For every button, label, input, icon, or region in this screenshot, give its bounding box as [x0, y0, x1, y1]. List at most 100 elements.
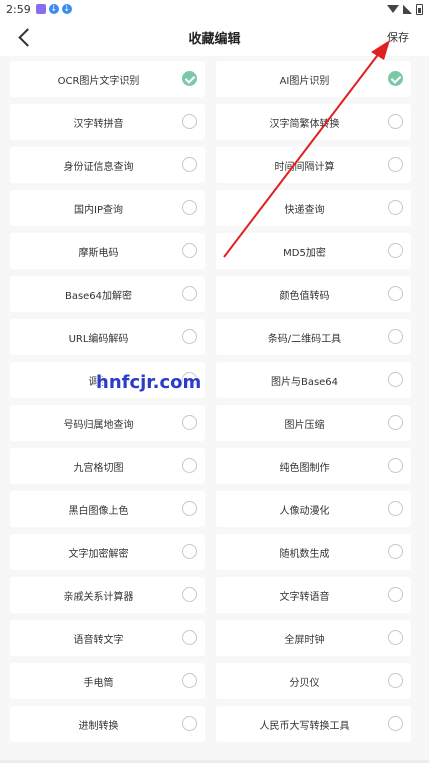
favorite-item[interactable]: 文字转语音 [216, 577, 411, 613]
favorite-item[interactable]: 进制转换 [10, 706, 205, 742]
unchecked-circle-icon[interactable] [182, 329, 197, 344]
unchecked-circle-icon[interactable] [388, 501, 403, 516]
header-bar: 收藏编辑 保存 [0, 18, 429, 56]
favorite-item[interactable]: 语音转文字 [10, 620, 205, 656]
unchecked-circle-icon[interactable] [388, 544, 403, 559]
unchecked-circle-icon[interactable] [182, 114, 197, 129]
download-icon: ↓ [61, 4, 72, 14]
page-title: 收藏编辑 [188, 31, 241, 47]
favorite-item-label: 颜色值转码 [279, 290, 330, 302]
favorite-item[interactable]: 手电筒 [10, 663, 205, 699]
unchecked-circle-icon[interactable] [388, 243, 403, 258]
unchecked-circle-icon[interactable] [182, 415, 197, 430]
unchecked-circle-icon[interactable] [182, 630, 197, 645]
favorite-item-label: 人民币大写转换工具 [259, 720, 350, 732]
favorite-item[interactable]: 快递查询 [216, 190, 411, 226]
unchecked-circle-icon[interactable] [182, 673, 197, 688]
checked-circle-icon[interactable] [182, 71, 197, 86]
unchecked-circle-icon[interactable] [388, 372, 403, 387]
favorite-item-label: 快递查询 [284, 204, 325, 216]
favorite-item-label: 图片与Base64 [270, 376, 339, 388]
favorite-item[interactable]: 摩斯电码 [10, 233, 205, 269]
favorite-item[interactable]: MD5加密 [216, 233, 411, 269]
unchecked-circle-icon[interactable] [182, 544, 197, 559]
unchecked-circle-icon[interactable] [388, 157, 403, 172]
favorite-item[interactable]: 身份证信息查询 [10, 147, 205, 183]
favorite-item-label: 分贝仪 [289, 677, 320, 689]
status-notification-icons: ↓ ↓ [35, 4, 72, 14]
favorite-item-label: 人像动漫化 [279, 505, 330, 517]
favorite-item-label: URL编码解码 [68, 333, 129, 345]
favorite-item-label: 文字转语音 [279, 591, 330, 603]
unchecked-circle-icon[interactable] [182, 200, 197, 215]
favorite-item[interactable]: 号码归属地查询 [10, 405, 205, 441]
favorite-item-label: 手电筒 [83, 677, 114, 689]
favorite-item-label: 国内IP查询 [74, 204, 123, 216]
favorite-item-label: 亲戚关系计算器 [63, 591, 134, 603]
unchecked-circle-icon[interactable] [182, 587, 197, 602]
favorite-item[interactable]: 九宫格切图 [10, 448, 205, 484]
back-arrow-icon[interactable] [14, 25, 36, 49]
favorite-item-label: 时间间隔计算 [274, 161, 335, 173]
favorite-item-label: AI图片识别 [279, 75, 330, 87]
favorite-item-label: 纯色图制作 [279, 462, 330, 474]
unchecked-circle-icon[interactable] [182, 243, 197, 258]
unchecked-circle-icon[interactable] [182, 501, 197, 516]
favorite-item-label: 条码/二维码工具 [267, 333, 342, 345]
favorite-item[interactable]: 图片与Base64 [216, 362, 411, 398]
download-icon: ↓ [48, 4, 59, 14]
checked-circle-icon[interactable] [388, 71, 403, 86]
unchecked-circle-icon[interactable] [388, 329, 403, 344]
app-notification-icon [35, 4, 46, 14]
unchecked-circle-icon[interactable] [388, 200, 403, 215]
status-time: 2:59 [6, 2, 31, 16]
favorite-item[interactable]: 分贝仪 [216, 663, 411, 699]
save-button[interactable]: 保存 [387, 29, 409, 45]
unchecked-circle-icon[interactable] [182, 157, 197, 172]
favorite-item[interactable]: 纯色图制作 [216, 448, 411, 484]
favorite-item-label: Base64加解密 [64, 290, 133, 302]
signal-icon [403, 4, 412, 14]
unchecked-circle-icon[interactable] [388, 415, 403, 430]
favorite-item-label: MD5加密 [283, 247, 326, 259]
unchecked-circle-icon[interactable] [388, 286, 403, 301]
favorite-item[interactable]: 人民币大写转换工具 [216, 706, 411, 742]
battery-icon [416, 3, 423, 15]
favorite-item[interactable]: 汉字转拼音 [10, 104, 205, 140]
favorite-item-label: 九宫格切图 [73, 462, 124, 474]
wifi-icon [387, 5, 399, 13]
favorite-item[interactable]: 汉字简繁体转换 [216, 104, 411, 140]
favorite-item[interactable]: 条码/二维码工具 [216, 319, 411, 355]
favorite-item[interactable]: Base64加解密 [10, 276, 205, 312]
favorite-item[interactable]: 亲戚关系计算器 [10, 577, 205, 613]
favorite-item-label: 全屏时钟 [284, 634, 325, 646]
favorite-item[interactable]: 人像动漫化 [216, 491, 411, 527]
favorite-item[interactable]: 随机数生成 [216, 534, 411, 570]
unchecked-circle-icon[interactable] [182, 716, 197, 731]
unchecked-circle-icon[interactable] [388, 630, 403, 645]
favorites-grid: OCR图片文字识别 AI图片识别汉字转拼音 汉字简繁体转换 身份证信息查询 时间间隔计算… [10, 61, 411, 742]
favorite-item[interactable]: URL编码解码 [10, 319, 205, 355]
favorite-item[interactable]: 黑白图像上色 [10, 491, 205, 527]
favorite-item[interactable]: 图片压缩 [216, 405, 411, 441]
unchecked-circle-icon[interactable] [388, 114, 403, 129]
favorite-item[interactable]: 国内IP查询 [10, 190, 205, 226]
favorite-item[interactable]: 文字加密解密 [10, 534, 205, 570]
unchecked-circle-icon[interactable] [388, 458, 403, 473]
favorite-item-label: 文字加密解密 [68, 548, 129, 560]
favorite-item[interactable]: 时间间隔计算 [216, 147, 411, 183]
watermark: hnfcjr.com [96, 372, 202, 393]
favorite-item-label: 黑白图像上色 [68, 505, 129, 517]
favorite-item[interactable]: OCR图片文字识别 [10, 61, 205, 97]
unchecked-circle-icon[interactable] [388, 587, 403, 602]
status-bar: 2:59 ↓ ↓ [0, 0, 429, 18]
favorite-item[interactable]: 全屏时钟 [216, 620, 411, 656]
favorite-item-label: 号码归属地查询 [63, 419, 134, 431]
unchecked-circle-icon[interactable] [182, 286, 197, 301]
unchecked-circle-icon[interactable] [388, 716, 403, 731]
favorite-item-label: 随机数生成 [279, 548, 330, 560]
unchecked-circle-icon[interactable] [388, 673, 403, 688]
unchecked-circle-icon[interactable] [182, 458, 197, 473]
favorite-item[interactable]: 颜色值转码 [216, 276, 411, 312]
favorite-item[interactable]: AI图片识别 [216, 61, 411, 97]
